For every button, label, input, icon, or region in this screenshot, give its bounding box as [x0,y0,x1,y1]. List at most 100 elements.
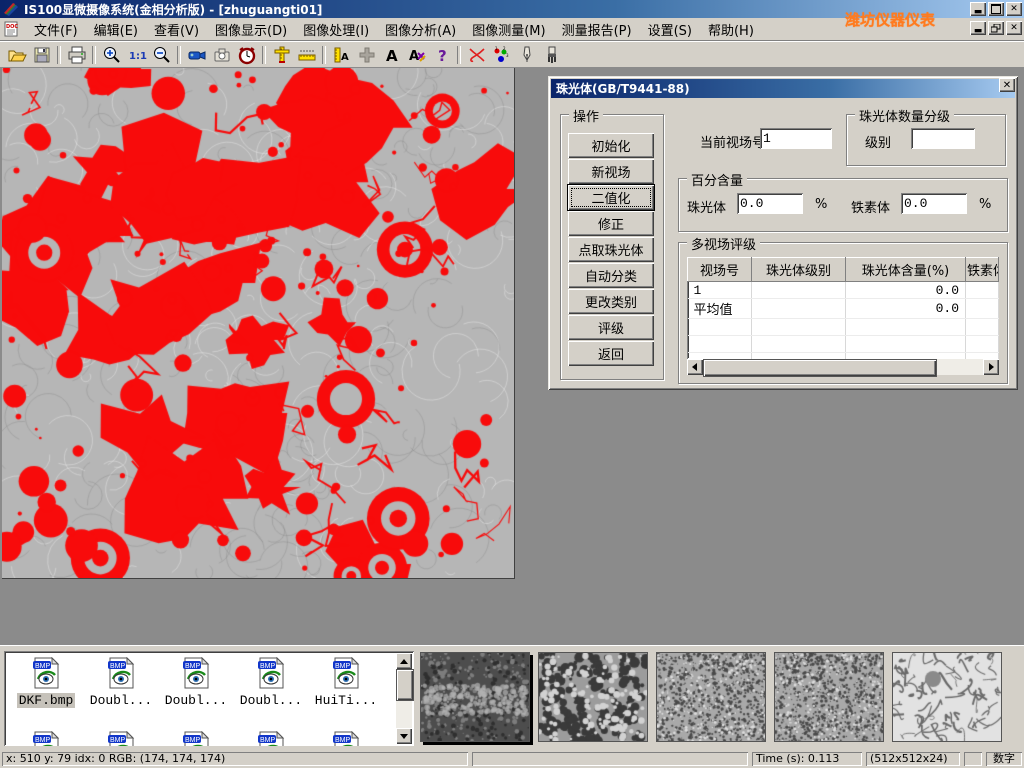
status-time: Time (s): 0.113 [752,752,862,766]
scroll-right-icon[interactable] [983,359,999,375]
zoom-out-icon[interactable] [149,44,174,66]
close-button[interactable]: ✕ [1006,2,1022,16]
return-button[interactable]: 返回 [568,341,654,366]
open-icon[interactable] [4,44,29,66]
curve-icon[interactable] [464,44,489,66]
file-name[interactable]: Doubl... [163,693,229,708]
minimize-button[interactable]: ▬ [970,2,986,16]
mdi-close-button[interactable]: ✕ [1006,21,1022,35]
zoom-in-icon[interactable] [99,44,124,66]
toolbar-separator [262,46,266,64]
micrograph-thumbnail[interactable] [892,652,1002,742]
svg-text:A: A [386,47,398,65]
maximize-button[interactable] [988,2,1004,16]
file-name[interactable]: DKF.bmp [17,693,76,708]
camera-icon[interactable] [209,44,234,66]
status-blank [964,752,982,766]
menu-settings[interactable]: 设置(S) [640,18,700,41]
cell[interactable]: 平均值 [688,299,752,319]
menu-image-measure[interactable]: 图像测量(M) [464,18,553,41]
auto-classify-button[interactable]: 自动分类 [568,263,654,288]
edit-text-icon[interactable]: A [404,44,429,66]
move-icon[interactable] [354,44,379,66]
pick-pearlite-button[interactable]: 点取珠光体 [568,237,654,262]
col-pearlite-content[interactable]: 珠光体含量(%) [846,258,966,282]
bmp-file-icon: BMP [256,657,286,689]
table-h-scrollbar[interactable] [687,359,999,375]
col-pearlite-grade[interactable]: 珠光体级别 [752,258,846,282]
scrollbar-thumb[interactable] [396,669,414,701]
micrograph-thumbnail[interactable] [538,652,648,742]
file-name[interactable]: HuiTi... [313,693,379,708]
svg-text:DOC: DOC [6,24,18,30]
percent-group: 百分含量 珠光体 % 铁素体 % [678,178,1008,232]
file-name[interactable]: Doubl... [238,693,304,708]
micrograph-thumbnail[interactable] [774,652,884,742]
grade-input[interactable] [911,128,975,149]
menu-image-processing[interactable]: 图像处理(I) [295,18,377,41]
mdi-restore-button[interactable] [988,21,1004,35]
menu-view[interactable]: 查看(V) [146,18,207,41]
micrograph-thumbnail[interactable] [656,652,766,742]
print-icon[interactable] [64,44,89,66]
rate-button[interactable]: 评级 [568,315,654,340]
file-name[interactable]: Doubl... [88,693,154,708]
actual-size-icon[interactable]: 1:1 [124,44,149,66]
correct-button[interactable]: 修正 [568,211,654,236]
file-item[interactable]: BMP Doubl... [160,657,232,708]
cell[interactable] [966,282,999,299]
timer-icon[interactable] [234,44,259,66]
col-field-no[interactable]: 视场号 [688,258,752,282]
menu-measure-report[interactable]: 测量报告(P) [554,18,640,41]
col-ferrite[interactable]: 铁素体 [966,258,999,282]
caliper-icon[interactable] [269,44,294,66]
binarize-button[interactable]: 二值化 [568,185,654,210]
menu-help[interactable]: 帮助(H) [700,18,762,41]
cell[interactable] [966,299,999,319]
filelist-v-scrollbar[interactable] [396,653,412,744]
operations-group: 操作 初始化 新视场 二值化 修正 点取珠光体 自动分类 更改类别 评级 返回 [560,114,664,380]
file-list[interactable]: BMP DKF.bmp BMP Doubl... BMP Doubl... BM… [4,651,414,746]
brush-icon[interactable] [539,44,564,66]
menu-image-display[interactable]: 图像显示(D) [207,18,295,41]
scroll-down-icon[interactable] [396,728,412,744]
pen-icon[interactable] [514,44,539,66]
cell[interactable] [752,282,846,299]
micrograph-image[interactable] [2,68,515,579]
menu-file[interactable]: 文件(F) [26,18,86,41]
grade-group: 珠光体数量分级 级别 [846,114,1006,166]
dialog-close-icon[interactable]: ✕ [999,78,1015,92]
initialize-button[interactable]: 初始化 [568,133,654,158]
scroll-left-icon[interactable] [687,359,703,375]
table-row: 1 0.0 [688,282,999,299]
text-icon[interactable]: A [379,44,404,66]
file-item[interactable]: BMP DKF.bmp [10,657,82,708]
calibrate-icon[interactable]: A [329,44,354,66]
pearlite-input[interactable] [737,193,803,214]
new-field-button[interactable]: 新视场 [568,159,654,184]
change-class-button[interactable]: 更改类别 [568,289,654,314]
mdi-minimize-button[interactable]: ▬ [970,21,986,35]
cell[interactable]: 0.0 [846,282,966,299]
ferrite-input[interactable] [901,193,967,214]
window-title: IS100显微摄像系统(金相分析版) - [zhuguangti01] [24,1,322,18]
help-icon[interactable]: ? [429,44,454,66]
cell[interactable]: 1 [688,282,752,299]
rating-table[interactable]: 视场号 珠光体级别 珠光体含量(%) 铁素体 1 0.0 平均值 [687,257,999,359]
save-icon[interactable] [29,44,54,66]
cell[interactable] [752,299,846,319]
file-item[interactable]: BMP Doubl... [85,657,157,708]
menu-edit[interactable]: 编辑(E) [86,18,146,41]
ruler-icon[interactable] [294,44,319,66]
video-camera-icon[interactable] [184,44,209,66]
scrollbar-thumb[interactable] [703,359,937,377]
micrograph-thumbnail[interactable] [420,652,530,742]
points-icon[interactable]: 123 [489,44,514,66]
scroll-up-icon[interactable] [396,653,412,669]
file-item[interactable]: BMP Doubl... [235,657,307,708]
cell[interactable]: 0.0 [846,299,966,319]
dialog-title-bar[interactable]: 珠光体(GB/T9441-88) [551,79,1015,98]
menu-image-analysis[interactable]: 图像分析(A) [377,18,464,41]
file-item[interactable]: BMP HuiTi... [310,657,382,708]
current-field-input[interactable] [760,128,832,149]
